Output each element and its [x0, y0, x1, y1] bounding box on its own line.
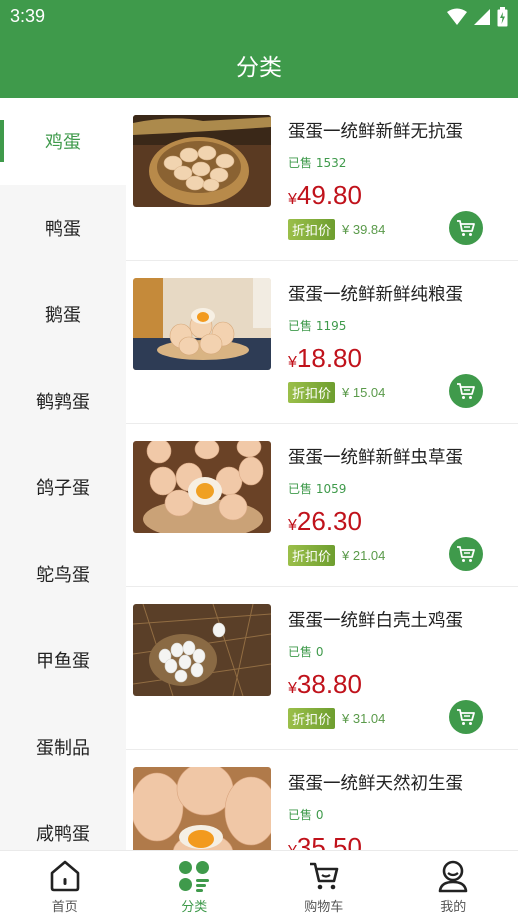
discount-price: ¥ 15.04	[342, 385, 386, 400]
status-icons	[447, 7, 508, 27]
status-time: 3:39	[10, 6, 46, 26]
sold-count: 已售 1532	[288, 156, 347, 170]
currency-symbol: ¥	[288, 517, 297, 534]
tab-category-label: 分类	[181, 900, 208, 915]
discount-price: ¥ 21.04	[342, 548, 386, 563]
price-value: 35.50	[296, 832, 362, 850]
discount-row: 折扣价 ¥ 31.04	[288, 708, 385, 729]
sold-count: 已售 0	[288, 645, 324, 659]
category-sidebar: 鸡蛋 鸭蛋 鹅蛋 鹌鹑蛋 鸽子蛋 鸵鸟蛋 甲鱼蛋 蛋制品 咸鸭蛋	[0, 98, 126, 850]
currency-symbol: ¥	[288, 680, 297, 697]
product-image[interactable]	[133, 604, 271, 696]
product-card[interactable]: 蛋蛋一统鲜新鲜虫草蛋 已售 1059 ¥26.30 折扣价 ¥ 21.04	[126, 424, 518, 587]
sidebar-item-chicken-egg[interactable]: 鸡蛋	[0, 98, 126, 185]
product-card[interactable]: 蛋蛋一统鲜新鲜无抗蛋 已售 1532 ¥49.80 折扣价 ¥ 39.84	[126, 98, 518, 261]
currency-symbol: ¥	[288, 191, 297, 208]
tab-category[interactable]: 分类	[130, 851, 260, 922]
cart-icon	[457, 546, 475, 562]
add-to-cart-button[interactable]	[449, 374, 483, 408]
tab-profile-label: 我的	[440, 900, 467, 915]
product-card[interactable]: 蛋蛋一统鲜天然初生蛋 已售 0 ¥35.50	[126, 750, 518, 850]
product-price: ¥18.80	[288, 343, 362, 374]
app-header: 3:39 分类	[0, 0, 518, 98]
sidebar-item-goose-egg[interactable]: 鹅蛋	[0, 271, 126, 358]
price-value: 38.80	[296, 669, 362, 699]
sold-count: 已售 1059	[288, 482, 347, 496]
product-name[interactable]: 蛋蛋一统鲜白壳土鸡蛋	[288, 607, 463, 632]
discount-row: 折扣价 ¥ 21.04	[288, 545, 385, 566]
currency-symbol: ¥	[288, 354, 297, 371]
add-to-cart-button[interactable]	[449, 700, 483, 734]
sidebar-item-pigeon-egg[interactable]: 鸽子蛋	[0, 444, 126, 531]
product-image[interactable]	[133, 441, 271, 533]
product-name[interactable]: 蛋蛋一统鲜新鲜纯粮蛋	[288, 281, 463, 306]
home-icon	[50, 860, 80, 892]
discount-row: 折扣价 ¥ 15.04	[288, 382, 385, 403]
wifi-icon	[447, 8, 467, 25]
cart-icon	[457, 383, 475, 399]
sidebar-item-quail-egg[interactable]: 鹌鹑蛋	[0, 358, 126, 445]
sidebar-item-duck-egg[interactable]: 鸭蛋	[0, 185, 126, 272]
add-to-cart-button[interactable]	[449, 537, 483, 571]
signal-icon	[474, 9, 490, 25]
discount-badge: 折扣价	[288, 545, 336, 566]
sidebar-item-turtle-egg[interactable]: 甲鱼蛋	[0, 617, 126, 704]
product-name[interactable]: 蛋蛋一统鲜新鲜虫草蛋	[288, 444, 463, 469]
discount-row: 折扣价 ¥ 39.84	[288, 219, 385, 240]
price-value: 49.80	[296, 180, 362, 210]
product-image[interactable]	[133, 278, 271, 370]
bottom-tab-bar: 首页 分类 购物车 我的	[0, 850, 518, 922]
discount-price: ¥ 31.04	[342, 711, 386, 726]
sold-count: 已售 0	[288, 808, 324, 822]
tab-profile[interactable]: 我的	[389, 851, 518, 922]
sidebar-item-egg-products[interactable]: 蛋制品	[0, 704, 126, 791]
discount-price: ¥ 39.84	[342, 222, 386, 237]
tab-home-label: 首页	[51, 900, 78, 915]
product-card[interactable]: 蛋蛋一统鲜新鲜纯粮蛋 已售 1195 ¥18.80 折扣价 ¥ 15.04	[126, 261, 518, 424]
tab-cart-label: 购物车	[304, 900, 344, 915]
sold-count: 已售 1195	[288, 319, 347, 333]
product-card[interactable]: 蛋蛋一统鲜白壳土鸡蛋 已售 0 ¥38.80 折扣价 ¥ 31.04	[126, 587, 518, 750]
sidebar-item-ostrich-egg[interactable]: 鸵鸟蛋	[0, 531, 126, 618]
currency-symbol: ¥	[288, 843, 297, 850]
product-price: ¥38.80	[288, 669, 362, 700]
tab-home[interactable]: 首页	[0, 851, 130, 922]
product-name[interactable]: 蛋蛋一统鲜新鲜无抗蛋	[288, 118, 463, 143]
add-to-cart-button[interactable]	[449, 211, 483, 245]
product-price: ¥35.50	[288, 832, 362, 850]
tab-cart[interactable]: 购物车	[259, 851, 389, 922]
price-value: 18.80	[296, 343, 362, 373]
product-image[interactable]	[133, 767, 271, 850]
cart-icon	[457, 709, 475, 725]
product-price: ¥49.80	[288, 180, 362, 211]
status-bar: 3:39	[0, 0, 518, 36]
discount-badge: 折扣价	[288, 382, 336, 403]
cart-icon	[457, 220, 475, 236]
product-name[interactable]: 蛋蛋一统鲜天然初生蛋	[288, 770, 463, 795]
page-title: 分类	[236, 55, 282, 81]
cart-icon	[309, 862, 339, 890]
discount-badge: 折扣价	[288, 219, 336, 240]
battery-icon	[497, 7, 508, 27]
discount-badge: 折扣价	[288, 708, 336, 729]
product-image[interactable]	[133, 115, 271, 207]
sidebar-item-salted-duck-egg[interactable]: 咸鸭蛋	[0, 790, 126, 850]
product-price: ¥26.30	[288, 506, 362, 537]
price-value: 26.30	[296, 506, 362, 536]
category-icon	[179, 861, 210, 892]
profile-icon	[438, 860, 468, 893]
product-list: 蛋蛋一统鲜新鲜无抗蛋 已售 1532 ¥49.80 折扣价 ¥ 39.84 蛋蛋…	[126, 98, 518, 850]
